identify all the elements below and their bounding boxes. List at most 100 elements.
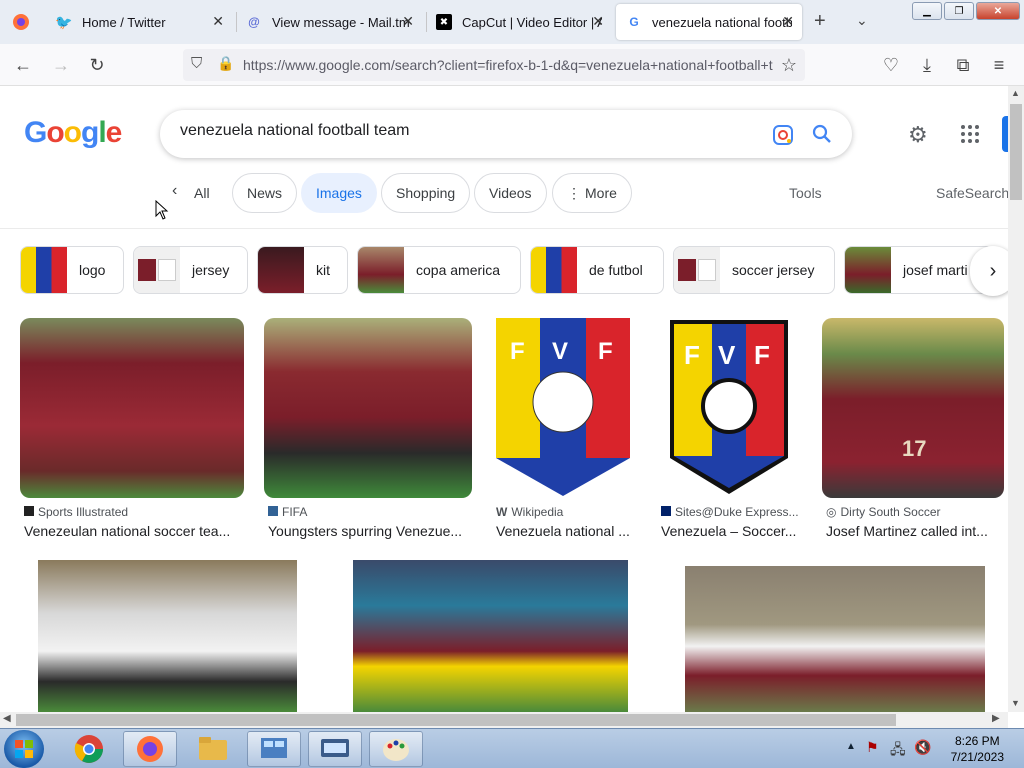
forward-icon[interactable]: → <box>48 52 74 78</box>
scroll-up-icon[interactable]: ▲ <box>1011 88 1020 98</box>
pocket-icon[interactable]: ♡ <box>878 52 904 78</box>
reload-icon[interactable]: ↻ <box>84 52 110 78</box>
start-button[interactable] <box>4 730 44 768</box>
file-explorer-taskbar-icon[interactable] <box>186 731 240 767</box>
firefox-taskbar-icon[interactable] <box>123 731 177 767</box>
refine-kit[interactable]: kit <box>257 246 348 294</box>
result-image-4[interactable]: F V F <box>660 318 800 498</box>
tab-mail[interactable]: @ View message - Mail.tm ✕ <box>236 4 422 40</box>
mouse-cursor-icon <box>155 200 169 220</box>
result-source-2[interactable]: FIFA <box>268 505 307 519</box>
crest-letter: F <box>598 338 613 365</box>
filter-images[interactable]: Images <box>301 173 377 213</box>
thumbnail <box>845 247 891 293</box>
scrollbar-thumb[interactable] <box>1010 104 1022 200</box>
show-hidden-icons-icon[interactable]: ▲ <box>846 741 856 752</box>
vertical-scrollbar[interactable]: ▲ ▼ <box>1008 86 1024 712</box>
bookmark-star-icon[interactable]: ☆ <box>776 52 802 78</box>
scroll-down-icon[interactable]: ▼ <box>1011 698 1020 708</box>
volume-muted-icon[interactable]: 🔇 <box>914 739 931 756</box>
downloads-icon[interactable]: ⤓ <box>914 52 940 78</box>
filter-news[interactable]: News <box>232 173 298 213</box>
wikipedia-icon: W <box>496 505 508 519</box>
list-all-tabs-icon[interactable]: ⌄ <box>856 12 868 29</box>
menu-hamburger-icon[interactable]: ≡ <box>986 52 1012 78</box>
scroll-right-icon[interactable]: ▶ <box>992 713 1000 724</box>
filter-shopping[interactable]: Shopping <box>381 173 471 213</box>
close-tab-icon[interactable]: ✕ <box>212 13 224 30</box>
tab-capcut[interactable]: ✖ CapCut | Video Editor | A ✕ <box>426 4 612 40</box>
filter-more[interactable]: ⋮ More <box>552 173 632 213</box>
thumbnail <box>531 247 577 293</box>
result-image-8[interactable] <box>685 566 985 712</box>
tab-twitter[interactable]: 🐦 Home / Twitter ✕ <box>46 4 232 40</box>
result-caption-4[interactable]: Venezuela – Soccer... <box>661 523 801 539</box>
maximize-button[interactable]: ❐ <box>944 2 974 20</box>
result-image-1[interactable] <box>20 318 244 498</box>
google-logo[interactable]: Google <box>24 116 122 150</box>
close-window-button[interactable]: ✕ <box>976 2 1020 20</box>
refine-soccer-jersey[interactable]: soccer jersey <box>673 246 835 294</box>
refine-logo[interactable]: logo <box>20 246 124 294</box>
refine-copa-america[interactable]: copa america <box>357 246 521 294</box>
chrome-taskbar-icon[interactable] <box>62 731 116 767</box>
result-caption-1[interactable]: Venezeulan national soccer tea... <box>24 523 244 539</box>
result-image-7[interactable] <box>353 560 628 712</box>
tools-button[interactable]: Tools <box>789 185 822 201</box>
network-icon[interactable]: 🖧 <box>890 739 906 763</box>
control-panel-taskbar-icon[interactable] <box>247 731 301 767</box>
paint-taskbar-icon[interactable] <box>369 731 423 767</box>
refine-de-futbol[interactable]: de futbol <box>530 246 664 294</box>
result-image-3[interactable]: F V F <box>494 318 634 498</box>
close-tab-icon[interactable]: ✕ <box>782 13 794 30</box>
thumbnail <box>358 247 404 293</box>
result-source-5[interactable]: ◎ Dirty South Soccer <box>826 505 941 519</box>
horizontal-scrollbar[interactable]: ◀ ▶ <box>0 712 1008 728</box>
on-screen-keyboard-taskbar-icon[interactable] <box>308 731 362 767</box>
result-image-6[interactable] <box>38 560 297 712</box>
close-tab-icon[interactable]: ✕ <box>402 13 414 30</box>
mail-icon: @ <box>248 15 260 29</box>
lock-icon[interactable]: 🔒 <box>217 55 234 72</box>
result-caption-2[interactable]: Youngsters spurring Venezue... <box>268 523 478 539</box>
close-tab-icon[interactable]: ✕ <box>592 13 604 30</box>
chevron-right-icon[interactable]: › <box>970 246 1008 296</box>
windows-logo-icon <box>15 740 33 758</box>
tracking-protection-icon[interactable]: ⛉ <box>191 55 202 72</box>
twitter-icon: 🐦 <box>55 13 73 30</box>
search-icon[interactable] <box>812 124 832 144</box>
refine-jersey[interactable]: jersey <box>133 246 248 294</box>
extensions-icon[interactable]: ⧉ <box>950 52 976 78</box>
result-caption-3[interactable]: Venezuela national ... <box>496 523 636 539</box>
safesearch-button[interactable]: SafeSearch <box>936 185 1008 201</box>
tab-google-search[interactable]: G venezuela national footb ✕ <box>616 4 802 40</box>
scrollbar-thumb[interactable] <box>16 714 896 726</box>
filter-all[interactable]: All <box>194 185 210 201</box>
back-icon[interactable]: ← <box>10 52 36 78</box>
result-source-3[interactable]: W Wikipedia <box>496 505 563 519</box>
url-text[interactable]: https://www.google.com/search?client=fir… <box>243 57 773 73</box>
chevron-left-icon[interactable]: ‹ <box>172 182 177 200</box>
google-apps-icon[interactable] <box>960 124 980 149</box>
result-image-5[interactable]: 17 <box>822 318 1004 498</box>
url-bar[interactable]: ⛉ 🔒 https://www.google.com/search?client… <box>183 49 805 81</box>
scroll-left-icon[interactable]: ◀ <box>3 713 11 724</box>
tab-label: CapCut | Video Editor | A <box>462 14 602 30</box>
lens-icon[interactable] <box>772 124 794 146</box>
firefox-menu-icon[interactable] <box>0 0 42 44</box>
result-caption-5[interactable]: Josef Martinez called int... <box>826 523 998 539</box>
result-source-4[interactable]: Sites@Duke Express... <box>661 505 799 519</box>
sbnation-icon: ◎ <box>826 505 837 519</box>
clock-time: 8:26 PM <box>954 734 1000 748</box>
new-tab-icon[interactable]: + <box>814 10 826 33</box>
filter-videos[interactable]: Videos <box>474 173 547 213</box>
google-icon: G <box>629 15 639 29</box>
system-clock[interactable]: 8:26 PM 7/21/2023 <box>951 733 1004 765</box>
settings-gear-icon[interactable]: ⚙ <box>908 122 928 148</box>
action-center-flag-icon[interactable]: ⚑ <box>866 739 879 756</box>
minimize-button[interactable]: ▁ <box>912 2 942 20</box>
result-image-2[interactable] <box>264 318 472 498</box>
result-source-1[interactable]: Sports Illustrated <box>24 505 128 519</box>
crest-letter: F <box>510 338 525 365</box>
search-input[interactable] <box>180 122 740 140</box>
